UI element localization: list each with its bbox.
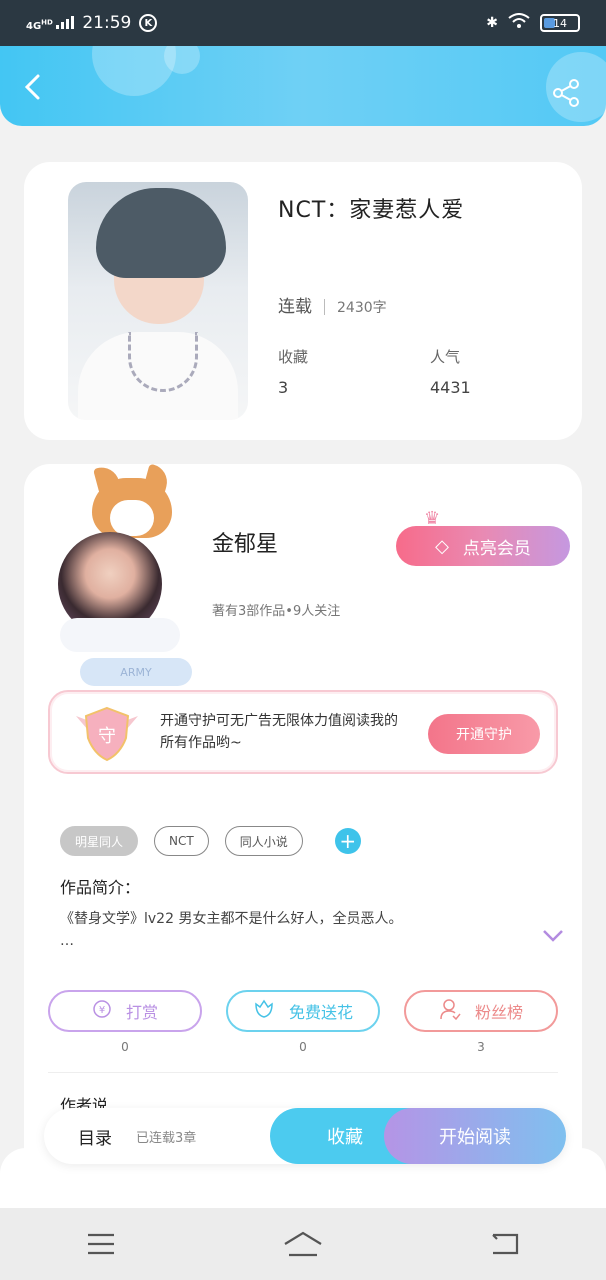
book-cover-image[interactable] [68,182,248,420]
fans-count: 3 [477,1040,485,1054]
share-icon [553,79,579,107]
user-icon [439,998,461,1024]
author-name[interactable]: 金郁星 [212,526,278,558]
favorites-value: 3 [278,378,289,397]
add-tag-button[interactable]: + [334,828,361,854]
send-flower-button[interactable]: 免费送花 [226,990,380,1032]
chevron-left-icon [24,74,40,100]
yen-icon: ¥ [92,999,112,1023]
table-of-contents-button[interactable]: 目录 [78,1124,112,1149]
expand-chevron-icon[interactable] [542,924,564,948]
vip-button[interactable]: ◇ 点亮会员 [396,526,570,566]
serial-label: 连载 [278,297,312,317]
svg-text:¥: ¥ [99,1005,105,1016]
battery-icon: 14 [540,14,580,32]
word-count: 2430字 [337,300,387,316]
cloud-decoration [60,618,180,652]
author-stats: 著有3部作品•9人关注 [212,604,341,619]
popularity-label: 人气 [430,348,461,366]
favorites-label: 收藏 [278,348,309,366]
book-info-card: NCT：家妻惹人爱 连载 2430字 收藏 3 人气 4431 [24,162,582,440]
divider [48,1072,558,1073]
tag-list: 明星同人 NCT 同人小说 + [60,826,361,856]
guard-text: 开通守护可无广告无限体力值阅读我的所有作品哟~ [160,713,398,751]
menu-icon [88,1233,114,1255]
start-reading-button[interactable]: 开始阅读 [384,1108,566,1164]
action-row: ¥ 打赏 免费送花 粉丝榜 [48,990,558,1032]
guard-banner: 守 开通守护可无广告无限体力值阅读我的所有作品哟~ 开通守护 [48,690,558,774]
home-button[interactable] [283,1224,323,1264]
flower-label: 免费送花 [288,1003,353,1022]
divider [324,299,325,315]
plus-icon: + [339,829,357,853]
signal-icon [56,15,75,29]
status-bar: 4GHD 21:59 K ✱ 14 [0,0,606,46]
system-nav-bar [0,1208,606,1280]
share-button[interactable] [552,78,582,108]
k-app-icon: K [139,14,158,32]
back-nav-button[interactable] [485,1224,525,1264]
back-button[interactable] [18,72,48,102]
reward-label: 打赏 [125,1003,158,1022]
vip-button-label: 点亮会员 [462,538,531,559]
popularity-value: 4431 [430,378,471,397]
tag-star-fanfic[interactable]: 明星同人 [60,826,139,856]
tag-fanfic-novel[interactable]: 同人小说 [224,826,303,856]
diamond-icon: ◇ [435,535,449,557]
tag-nct[interactable]: NCT [154,826,209,856]
reward-count: 0 [121,1040,129,1054]
author-avatar[interactable]: ARMY [52,478,202,686]
status-left: 4GHD 21:59 K [26,13,158,33]
open-guard-button[interactable]: 开通守护 [428,714,540,754]
network-type: 4G [26,20,42,32]
flower-icon [253,999,275,1023]
flower-count: 0 [299,1040,307,1054]
network-indicator: 4GHD [26,15,75,32]
bottom-action-bar: 目录 已连载3章 收藏 开始阅读 [44,1108,566,1164]
chapter-count: 已连载3章 [136,1131,197,1146]
bluetooth-icon: ✱ [486,15,498,31]
clock: 21:59 [82,13,132,33]
wifi-icon [508,13,530,33]
intro-text: 《替身文学》lv22 男女主都不是什么好人，全员恶人。 … [60,911,403,949]
menu-button[interactable] [81,1224,121,1264]
book-title: NCT：家妻惹人爱 [278,198,465,223]
network-sup: HD [41,18,53,27]
home-icon [284,1231,322,1257]
header [0,46,606,126]
reward-button[interactable]: ¥ 打赏 [48,990,202,1032]
fan-ranking-button[interactable]: 粉丝榜 [404,990,558,1032]
intro-heading: 作品简介： [60,878,141,897]
status-right: ✱ 14 [486,13,580,33]
svg-text:守: 守 [98,726,116,747]
return-icon [492,1233,519,1255]
shield-icon: 守 [74,704,140,764]
serial-status: 连载 2430字 [278,292,387,317]
count-row: 0 0 3 [48,1040,558,1054]
battery-level: 14 [553,16,567,30]
fans-label: 粉丝榜 [474,1003,523,1022]
army-badge: ARMY [80,658,192,686]
